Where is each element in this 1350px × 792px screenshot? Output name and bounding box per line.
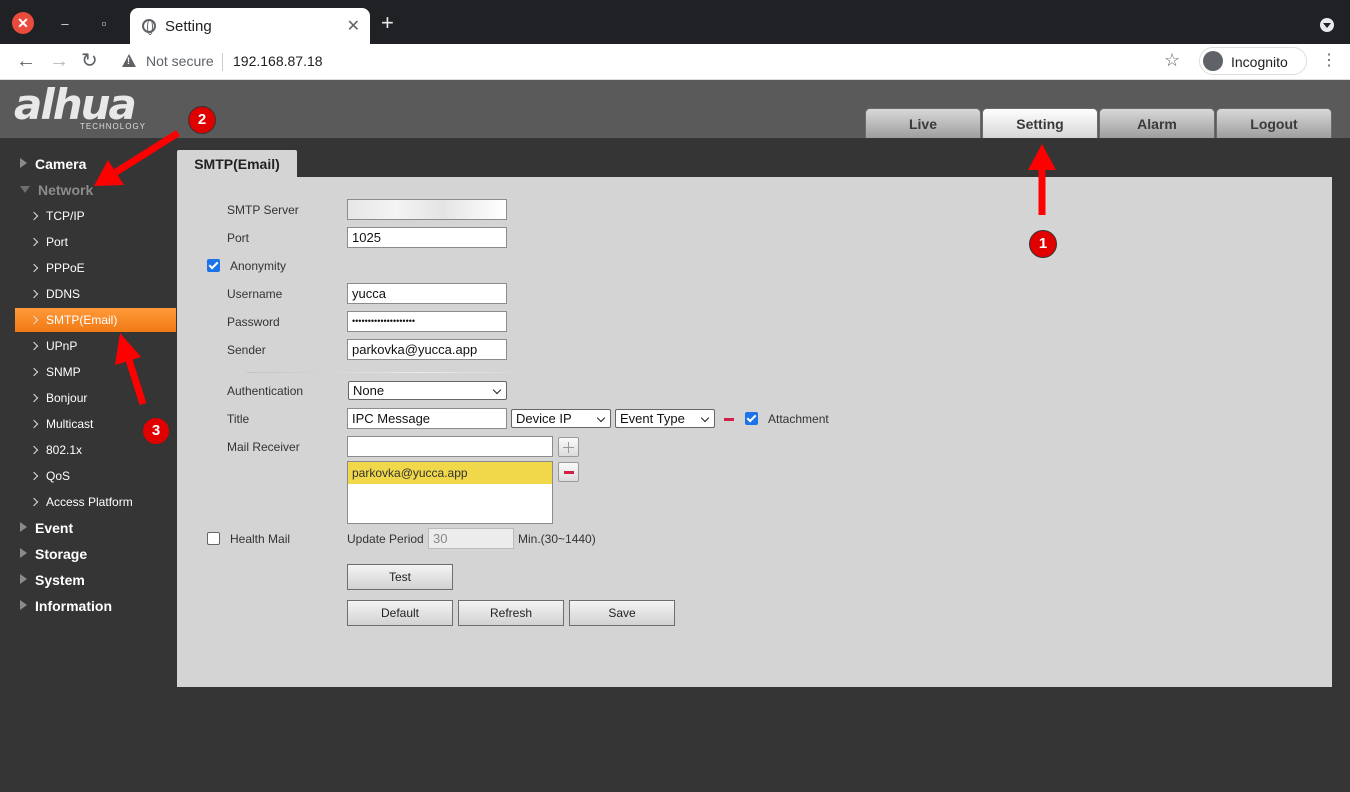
arrow-to-setting-tab: [1028, 144, 1056, 215]
arrow-to-smtp: [115, 333, 147, 406]
arrow-to-network: [94, 130, 180, 186]
annotation-badge-3: 3: [142, 417, 170, 445]
annotation-badge-2: 2: [188, 106, 216, 134]
annotation-badge-1: 1: [1029, 230, 1057, 258]
